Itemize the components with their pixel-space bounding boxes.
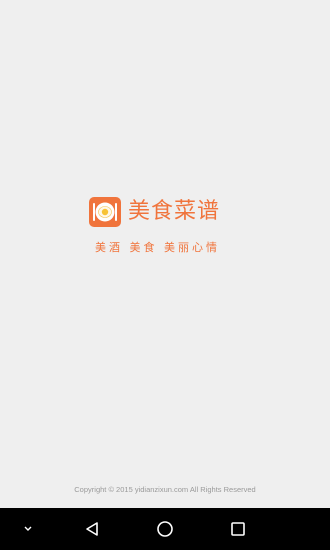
recents-button[interactable] — [222, 508, 254, 550]
navigation-bar — [0, 508, 330, 550]
copyright-text: Copyright © 2015 yidianzixun.com All Rig… — [74, 485, 256, 494]
recents-square-icon — [231, 522, 245, 536]
app-logo: 美食菜谱 — [89, 196, 220, 228]
app-slogan: 美酒 美食 美丽心情 — [95, 241, 220, 254]
hide-keyboard-button[interactable] — [14, 508, 42, 550]
home-circle-icon — [157, 521, 173, 537]
screen: 美食菜谱 美酒 美食 美丽心情 Copyright © 2015 yidianz… — [0, 0, 330, 550]
app-title: 美食菜谱 — [128, 199, 221, 224]
home-button[interactable] — [149, 508, 181, 550]
app-icon — [89, 197, 121, 227]
back-triangle-icon — [86, 522, 98, 536]
back-button[interactable] — [76, 508, 108, 550]
chevron-down-icon — [24, 526, 32, 531]
splash-screen: 美食菜谱 美酒 美食 美丽心情 Copyright © 2015 yidianz… — [0, 0, 330, 508]
